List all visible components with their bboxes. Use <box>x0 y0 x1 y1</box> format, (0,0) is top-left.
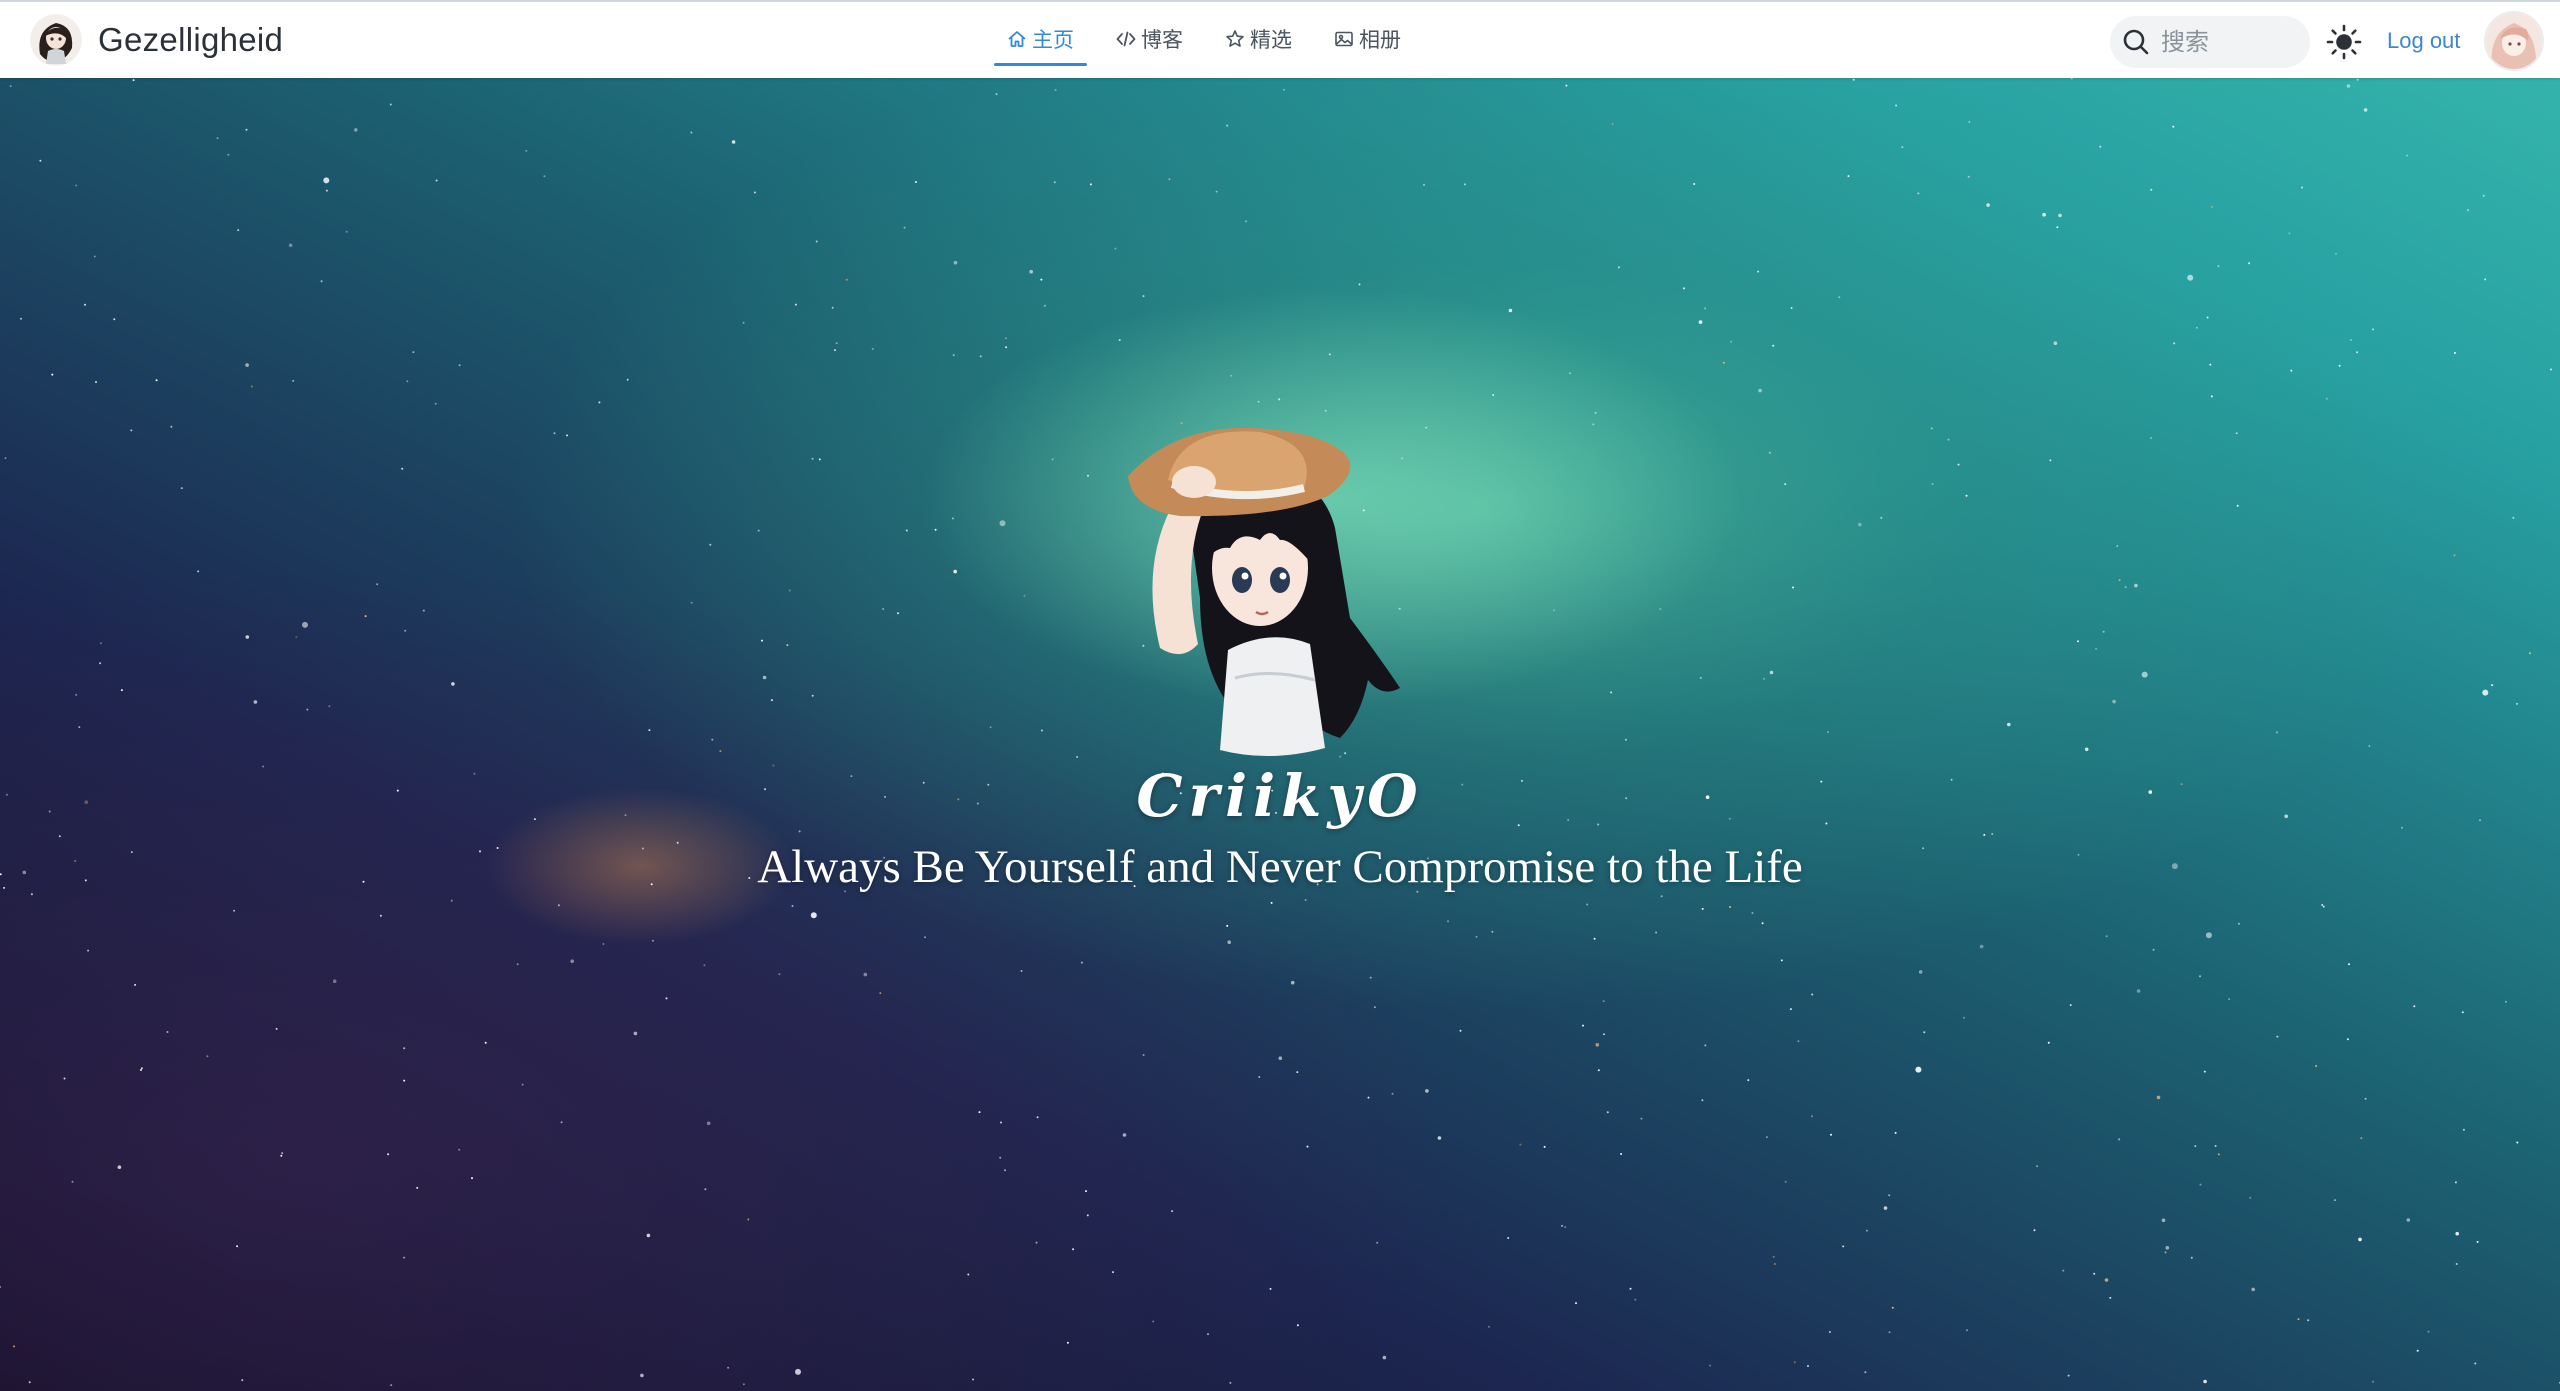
nav-album-label: 相册 <box>1359 29 1401 52</box>
hero-banner: CriikyO Always Be Yourself and Never Com… <box>0 78 2560 1391</box>
nav-blog-label: 博客 <box>1141 29 1183 52</box>
sun-icon[interactable] <box>2326 24 2362 60</box>
nav-home[interactable]: 主页 <box>994 16 1087 66</box>
image-icon <box>1335 31 1353 47</box>
nav-featured[interactable]: 精选 <box>1212 16 1305 62</box>
nav-album[interactable]: 相册 <box>1321 16 1414 62</box>
site-brand[interactable]: Gezelligheid <box>30 14 283 66</box>
code-icon <box>1116 31 1136 47</box>
hero-motto: Always Be Yourself and Never Compromise … <box>757 841 1803 893</box>
nav-blog[interactable]: 博客 <box>1103 16 1196 62</box>
star-icon <box>1226 30 1244 47</box>
logout-link[interactable]: Log out <box>2387 28 2460 54</box>
search-icon <box>2123 29 2149 55</box>
avatar-image <box>2486 13 2542 69</box>
user-avatar[interactable] <box>2484 11 2544 71</box>
hero-name: CriikyO <box>1136 762 1424 830</box>
top-navbar: Gezelligheid 主页 博客 精选 相册 搜索 Log out <box>0 0 2560 78</box>
home-icon <box>1008 31 1026 47</box>
search-input[interactable] <box>2159 27 2303 57</box>
nav-featured-label: 精选 <box>1250 29 1292 52</box>
search-box[interactable] <box>2110 16 2310 68</box>
site-logo <box>30 14 82 66</box>
site-name: Gezelligheid <box>98 21 284 58</box>
hero-avatar-illustration <box>1128 427 1400 757</box>
nav-home-label: 主页 <box>1032 29 1074 52</box>
main-nav: 主页 博客 精选 相册 <box>994 16 1414 66</box>
